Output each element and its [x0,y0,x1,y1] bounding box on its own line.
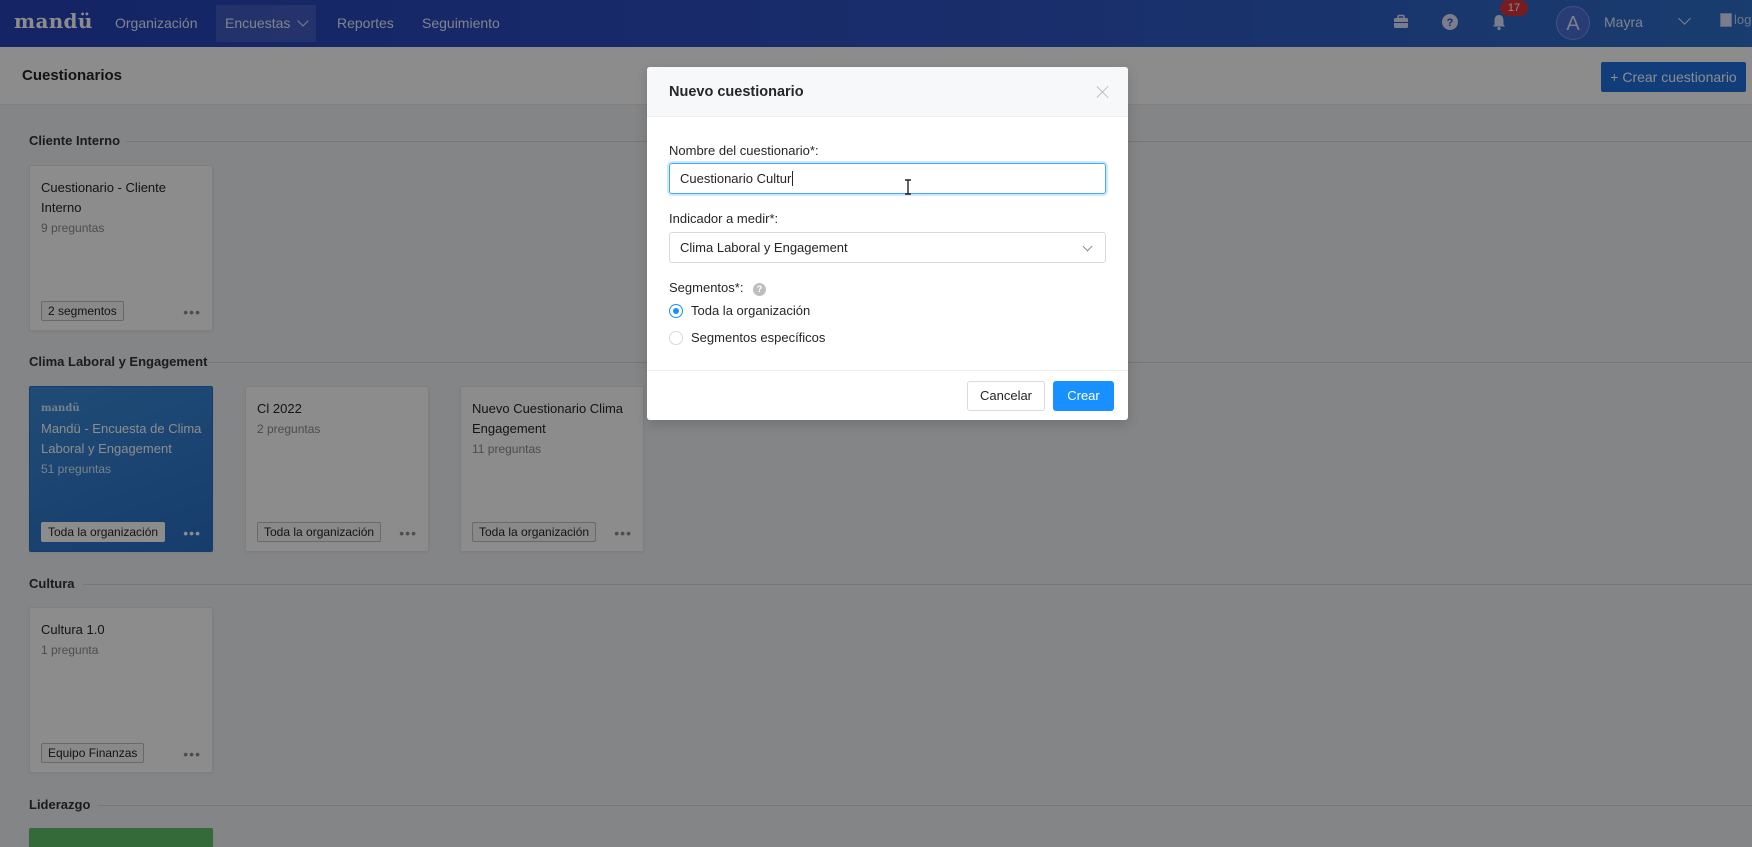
select-value: Clima Laboral y Engagement [680,240,848,255]
indicator-field-label: Indicador a medir*: [669,211,779,226]
radio-label: Segmentos específicos [691,330,826,345]
modal-title: Nuevo cuestionario [669,84,804,100]
create-button[interactable]: Crear [1053,381,1114,411]
segments-field-label: Segmentos*: [669,280,744,295]
name-field-label: Nombre del cuestionario*: [669,143,819,158]
radio-unchecked-icon[interactable] [669,330,683,345]
modal-footer: Cancelar Crear [647,370,1128,420]
radio-label: Toda la organización [691,303,811,318]
question-circle-icon[interactable]: ? [753,283,766,296]
modal-header: Nuevo cuestionario [647,67,1128,117]
questionnaire-name-input[interactable]: Cuestionario Cultur [669,163,1106,194]
indicator-select[interactable]: Clima Laboral y Engagement [669,232,1106,263]
close-icon[interactable] [1096,85,1110,99]
text-caret [792,171,794,186]
text-cursor-icon [905,179,911,195]
input-value: Cuestionario Cultur [680,171,792,186]
cancel-button[interactable]: Cancelar [967,381,1045,411]
new-questionnaire-modal: Nuevo cuestionario Nombre del cuestionar… [647,67,1128,420]
radio-specific-segments[interactable]: Segmentos específicos [669,330,825,345]
chevron-down-icon [1082,241,1093,252]
radio-whole-organization[interactable]: Toda la organización [669,303,810,318]
radio-checked-icon[interactable] [669,303,683,318]
